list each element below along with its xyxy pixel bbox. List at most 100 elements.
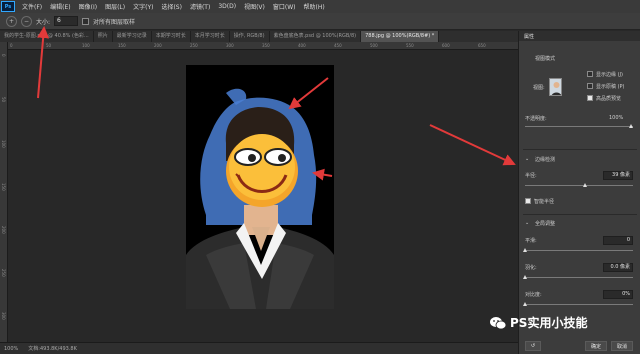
- feather-slider-track[interactable]: [525, 277, 633, 278]
- ruler-tick: 200: [1, 226, 6, 234]
- zoom-level[interactable]: 100%: [4, 346, 18, 352]
- tab-document[interactable]: 我的学生-原图.psd @ 40.8% (色彩...: [0, 31, 94, 42]
- cancel-button[interactable]: 取消: [611, 341, 633, 351]
- vertical-ruler[interactable]: 0 50 100 150 200 250 300: [0, 42, 8, 342]
- menu-layer[interactable]: 图层(L): [101, 2, 129, 11]
- refine-brush-icon[interactable]: +: [6, 15, 17, 27]
- ruler-tick: 650: [478, 43, 486, 48]
- contrast-slider-thumb[interactable]: [523, 302, 527, 306]
- watermark-text: PS实用小技能: [510, 316, 588, 330]
- options-bar: + − 大小: 6 对所有图层取样: [0, 13, 640, 30]
- ruler-tick: 350: [262, 43, 270, 48]
- contrast-label: 对比度:: [525, 292, 542, 298]
- horizontal-ruler[interactable]: 0 50 100 150 200 250 300 350 400 450 500…: [8, 42, 518, 50]
- sample-all-layers-label: 对所有图层取样: [93, 18, 136, 26]
- section-divider: [523, 149, 637, 150]
- feather-input[interactable]: 0.0 像素: [603, 263, 633, 272]
- smooth-label: 平滑:: [525, 238, 537, 244]
- opacity-value[interactable]: 100%: [609, 115, 623, 121]
- document-size: 文档:493.8K/493.8K: [28, 346, 77, 352]
- tab-active-document[interactable]: 788.jpg @ 100%(RGB/8#) *: [361, 31, 440, 42]
- show-original-checkbox[interactable]: [587, 83, 593, 89]
- tab-document[interactable]: 照片: [94, 31, 113, 42]
- ruler-tick: 400: [298, 43, 306, 48]
- ruler-tick: 100: [1, 140, 6, 148]
- tab-document[interactable]: 操作, RGB/8): [230, 31, 270, 42]
- menu-help[interactable]: 帮助(H): [300, 2, 329, 11]
- radius-input[interactable]: 39 像素: [603, 171, 633, 180]
- ruler-tick: 300: [226, 43, 234, 48]
- ruler-tick: 50: [1, 97, 6, 103]
- properties-panel: 属性 视图模式 视图: 显示边缘 (J) 显示原稿 (P) 高品质预览 不透明度…: [518, 31, 640, 354]
- feather-label: 羽化:: [525, 265, 537, 271]
- reset-icon[interactable]: ↺: [525, 341, 541, 351]
- photoshop-logo: Ps: [1, 1, 15, 12]
- high-quality-preview-checkbox[interactable]: [587, 95, 593, 101]
- global-refine-heading: 全局调整: [535, 221, 556, 227]
- opacity-slider-track[interactable]: [525, 126, 633, 127]
- menu-type[interactable]: 文字(Y): [129, 2, 157, 11]
- menu-file[interactable]: 文件(F): [18, 2, 46, 11]
- tab-document[interactable]: 本月学习时长: [191, 31, 230, 42]
- ruler-tick: 550: [406, 43, 414, 48]
- ruler-tick: 600: [442, 43, 450, 48]
- ruler-tick: 300: [1, 312, 6, 320]
- ruler-tick: 450: [334, 43, 342, 48]
- smooth-input[interactable]: 0: [603, 236, 633, 245]
- ruler-tick: 150: [118, 43, 126, 48]
- show-original-label: 显示原稿 (P): [596, 84, 625, 90]
- ok-button[interactable]: 确定: [585, 341, 607, 351]
- menu-image[interactable]: 图像(I): [75, 2, 101, 11]
- ruler-tick: 50: [46, 43, 52, 48]
- opacity-label: 不透明度:: [525, 116, 547, 122]
- opacity-slider-thumb[interactable]: [629, 124, 633, 128]
- status-bar: 100% 文档:493.8K/493.8K: [0, 342, 518, 354]
- high-quality-preview-label: 高品质预览: [596, 96, 622, 102]
- portrait-thumbnail-icon: [550, 79, 561, 95]
- menu-edit[interactable]: 编辑(E): [46, 2, 74, 11]
- show-edge-checkbox[interactable]: [587, 71, 593, 77]
- collapse-icon[interactable]: ⌄: [525, 156, 529, 162]
- document-tab-bar: 我的学生-原图.psd @ 40.8% (色彩... 照片 最新学习记录 本期学…: [0, 31, 518, 42]
- erase-refinement-icon[interactable]: −: [21, 15, 32, 27]
- view-mode-heading: 视图模式: [535, 56, 556, 62]
- section-divider: [523, 214, 637, 215]
- smart-radius-label: 智能半径: [534, 199, 555, 205]
- collapse-icon[interactable]: ⌄: [525, 220, 529, 226]
- size-label: 大小:: [36, 18, 51, 26]
- ruler-tick: 250: [190, 43, 198, 48]
- radius-label: 半径:: [525, 173, 537, 179]
- menu-select[interactable]: 选择(S): [157, 2, 186, 11]
- ruler-tick: 200: [154, 43, 162, 48]
- contrast-input[interactable]: 0%: [603, 290, 633, 299]
- panel-title[interactable]: 属性: [519, 31, 640, 41]
- document-image[interactable]: [186, 65, 334, 309]
- menu-filter[interactable]: 滤镜(T): [186, 2, 214, 11]
- ruler-tick: 500: [370, 43, 378, 48]
- edge-detection-heading: 边缘检测: [535, 157, 556, 163]
- contrast-slider-track[interactable]: [525, 304, 633, 305]
- tab-document[interactable]: 最新学习记录: [113, 31, 152, 42]
- radius-slider-track[interactable]: [525, 185, 633, 186]
- wechat-icon: [490, 316, 506, 329]
- ruler-tick: 250: [1, 269, 6, 277]
- smooth-slider-thumb[interactable]: [523, 248, 527, 252]
- smart-radius-checkbox[interactable]: [525, 198, 531, 204]
- tab-document[interactable]: 本期学习时长: [152, 31, 191, 42]
- sample-all-layers-checkbox[interactable]: [82, 17, 90, 25]
- feather-slider-thumb[interactable]: [523, 275, 527, 279]
- watermark: PS实用小技能: [490, 314, 587, 331]
- view-mode-thumbnail[interactable]: [549, 78, 562, 96]
- show-edge-label: 显示边缘 (J): [596, 72, 623, 78]
- portrait-photo: [186, 88, 334, 309]
- ruler-tick: 150: [1, 183, 6, 191]
- smooth-slider-track[interactable]: [525, 250, 633, 251]
- menu-view[interactable]: 视图(V): [240, 2, 269, 11]
- radius-slider-thumb[interactable]: [583, 183, 587, 187]
- menu-3d[interactable]: 3D(D): [214, 3, 240, 10]
- brush-size-input[interactable]: 6: [54, 16, 79, 26]
- tab-document[interactable]: 紫色盘底色表.psd @ 100%(RGB/8): [270, 31, 362, 42]
- menu-window[interactable]: 窗口(W): [269, 2, 300, 11]
- ruler-tick: 0: [10, 43, 13, 48]
- view-label: 视图:: [533, 85, 545, 91]
